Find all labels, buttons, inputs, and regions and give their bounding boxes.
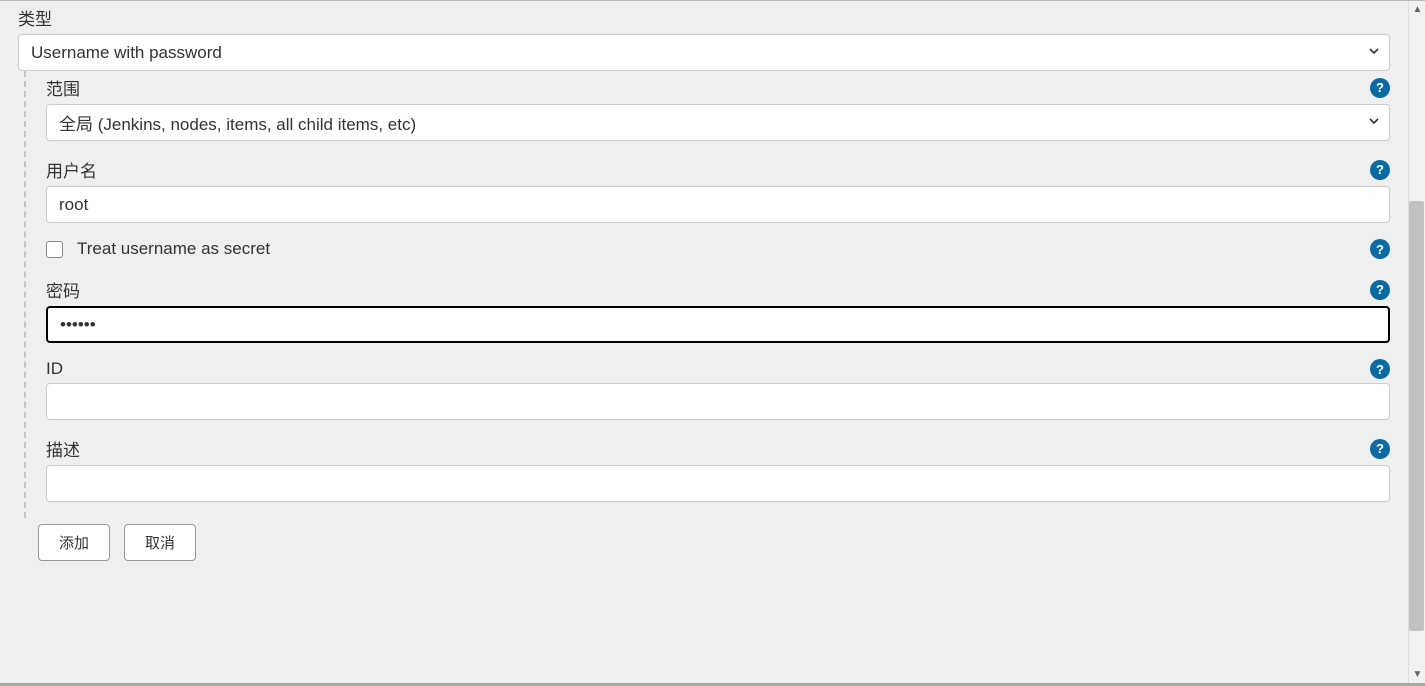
help-icon[interactable]: ?: [1370, 78, 1390, 98]
description-label: 描述: [46, 436, 80, 461]
help-icon[interactable]: ?: [1370, 439, 1390, 459]
password-label: 密码: [46, 277, 80, 302]
scope-select[interactable]: 全局 (Jenkins, nodes, items, all child ite…: [46, 104, 1390, 141]
scroll-down-icon[interactable]: ▼: [1409, 666, 1425, 683]
add-button[interactable]: 添加: [38, 524, 110, 561]
scope-label: 范围: [46, 75, 80, 100]
cancel-button[interactable]: 取消: [124, 524, 196, 561]
type-select[interactable]: Username with password: [18, 34, 1390, 71]
scope-select-value: 全局 (Jenkins, nodes, items, all child ite…: [59, 110, 416, 135]
id-input[interactable]: [46, 383, 1390, 420]
username-input[interactable]: [46, 186, 1390, 223]
type-select-value: Username with password: [31, 43, 222, 63]
help-icon[interactable]: ?: [1370, 160, 1390, 180]
type-label: 类型: [18, 5, 1390, 30]
id-label: ID: [46, 359, 63, 379]
scrollbar[interactable]: ▲ ▼: [1408, 1, 1425, 683]
help-icon[interactable]: ?: [1370, 359, 1390, 379]
scroll-up-icon[interactable]: ▲: [1409, 1, 1425, 18]
username-label: 用户名: [46, 157, 97, 182]
description-input[interactable]: [46, 465, 1390, 502]
treat-secret-label: Treat username as secret: [77, 239, 270, 259]
treat-secret-checkbox[interactable]: [46, 241, 63, 258]
help-icon[interactable]: ?: [1370, 239, 1390, 259]
password-input[interactable]: [46, 306, 1390, 343]
help-icon[interactable]: ?: [1370, 280, 1390, 300]
scrollbar-thumb[interactable]: [1409, 201, 1424, 631]
